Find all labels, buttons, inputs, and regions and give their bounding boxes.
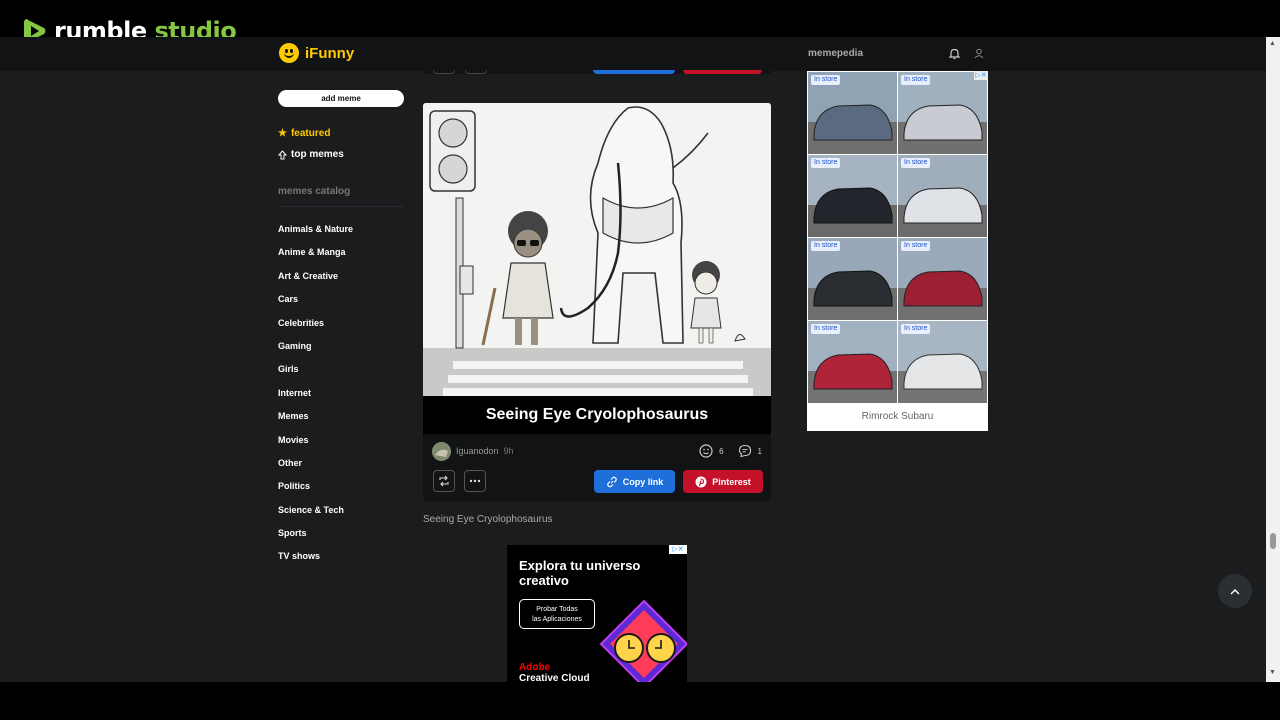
in-store-tag: In store: [811, 75, 841, 85]
memes-catalog-title: memes catalog: [278, 186, 404, 207]
category-item[interactable]: Cars: [278, 293, 404, 316]
smiley-logo-icon: [279, 43, 299, 63]
copy-link-button[interactable]: Copy link: [594, 470, 675, 493]
ad-headline: Explora tu universo creativo: [519, 558, 641, 588]
scroll-down-arrow-icon[interactable]: ▼: [1269, 669, 1276, 676]
category-item[interactable]: Politics: [278, 480, 404, 503]
in-store-tag: In store: [901, 75, 931, 85]
ad-cta-line-2: las Aplicaciones: [532, 616, 582, 623]
scroll-up-arrow-icon[interactable]: ▲: [1269, 40, 1276, 47]
more-button[interactable]: [464, 470, 486, 492]
author-avatar[interactable]: [432, 441, 451, 461]
car-grid: In store In store In store In store In s…: [808, 72, 987, 406]
post-title-text: Seeing Eye Cryolophosaurus: [423, 514, 553, 525]
pinterest-icon: [695, 476, 707, 487]
featured-label: featured: [290, 128, 331, 139]
nav-top-memes[interactable]: top memes: [278, 149, 404, 160]
category-item[interactable]: Science & Tech: [278, 504, 404, 527]
previous-repost-button[interactable]: [433, 70, 455, 74]
author-name[interactable]: Iguanodon: [456, 446, 499, 456]
in-store-tag: In store: [811, 158, 841, 168]
category-item[interactable]: Internet: [278, 387, 404, 410]
previous-copy-link-button[interactable]: [593, 70, 675, 74]
post-stats: 6 1: [699, 444, 762, 458]
page-scrollbar[interactable]: ▲ ▼: [1266, 37, 1280, 682]
in-store-tag: In store: [901, 158, 931, 168]
category-item[interactable]: Gaming: [278, 340, 404, 363]
smiles-count: 6: [719, 446, 724, 456]
ad-brand-adobe: Adobe: [519, 662, 551, 673]
previous-post-strip: [423, 37, 771, 74]
post-actions: Copy link Pinterest: [433, 470, 763, 494]
car-tile[interactable]: In store: [898, 155, 987, 237]
comment-icon[interactable]: [738, 444, 752, 458]
category-item[interactable]: Memes: [278, 410, 404, 433]
adobe-ad[interactable]: ▷✕ Explora tu universo creativo Probar T…: [507, 545, 687, 682]
car-tile[interactable]: In store: [808, 238, 897, 320]
pinterest-button[interactable]: Pinterest: [683, 470, 763, 493]
category-item[interactable]: Sports: [278, 527, 404, 550]
car-dealer-ad[interactable]: In store In store In store In store In s…: [807, 71, 988, 431]
car-tile[interactable]: In store: [808, 321, 897, 403]
ad-choices-icon[interactable]: ▷✕: [669, 545, 687, 554]
copy-link-label: Copy link: [622, 476, 664, 487]
user-icon[interactable]: [974, 48, 984, 59]
previous-pinterest-button[interactable]: [683, 70, 762, 74]
category-item[interactable]: Movies: [278, 434, 404, 457]
repost-button[interactable]: [433, 470, 455, 492]
category-item[interactable]: TV shows: [278, 550, 404, 573]
car-tile[interactable]: In store: [808, 155, 897, 237]
ad-choices-icon[interactable]: ▷✕: [974, 71, 988, 80]
in-store-tag: In store: [811, 324, 841, 334]
browser-page: iFunny memepedia add meme ★ featured top…: [0, 37, 1280, 682]
dealer-name[interactable]: Rimrock Subaru: [807, 411, 988, 422]
nav-featured[interactable]: ★ featured: [278, 128, 404, 139]
ad-artwork: [599, 599, 687, 682]
more-dots-icon: [469, 479, 481, 483]
meme-post: Seeing Eye Cryolophosaurus Iguanodon 9h …: [423, 103, 771, 501]
logo-text: iFunny: [305, 44, 355, 62]
previous-more-button[interactable]: [465, 70, 487, 74]
in-store-tag: In store: [901, 241, 931, 251]
link-icon: [606, 476, 617, 487]
category-item[interactable]: Celebrities: [278, 317, 404, 340]
scrollbar-thumb[interactable]: [1270, 533, 1276, 549]
ad-cta-line-1: Probar Todas: [536, 606, 578, 613]
repost-icon: [439, 475, 449, 487]
post-meta: Iguanodon 9h 6 1: [432, 441, 762, 461]
comments-count: 1: [757, 446, 762, 456]
chevron-up-icon: [1230, 588, 1240, 594]
ifunny-logo[interactable]: iFunny: [279, 43, 354, 63]
pinterest-label: Pinterest: [712, 476, 751, 487]
sidebar: add meme ★ featured top memes memes cata…: [278, 90, 404, 574]
category-item[interactable]: Art & Creative: [278, 270, 404, 293]
meme-caption: Seeing Eye Cryolophosaurus: [423, 396, 771, 434]
bell-icon[interactable]: [948, 47, 961, 60]
category-item[interactable]: Anime & Manga: [278, 246, 404, 269]
category-item[interactable]: Other: [278, 457, 404, 480]
star-icon: ★: [278, 128, 287, 139]
category-list: Animals & Nature Anime & Manga Art & Cre…: [278, 223, 404, 574]
ad-brand-cc: Creative Cloud: [519, 673, 590, 682]
car-tile[interactable]: In store: [898, 72, 987, 154]
scroll-to-top-button[interactable]: [1218, 574, 1252, 608]
add-meme-button[interactable]: add meme: [278, 90, 404, 107]
arrow-up-outline-icon: [278, 149, 287, 159]
in-store-tag: In store: [811, 241, 841, 251]
memepedia-link[interactable]: memepedia: [808, 48, 863, 59]
category-item[interactable]: Girls: [278, 363, 404, 386]
top-memes-label: top memes: [291, 149, 344, 160]
car-tile[interactable]: In store: [898, 238, 987, 320]
post-time: 9h: [503, 446, 514, 456]
category-item[interactable]: Animals & Nature: [278, 223, 404, 246]
video-frame: rumble studio iFunny memepedia add meme …: [0, 0, 1280, 720]
car-tile[interactable]: In store: [898, 321, 987, 403]
in-store-tag: In store: [901, 324, 931, 334]
car-tile[interactable]: In store: [808, 72, 897, 154]
meme-image[interactable]: [423, 103, 771, 396]
smile-icon[interactable]: [699, 444, 713, 458]
ad-cta-button[interactable]: Probar Todas las Aplicaciones: [519, 599, 595, 629]
